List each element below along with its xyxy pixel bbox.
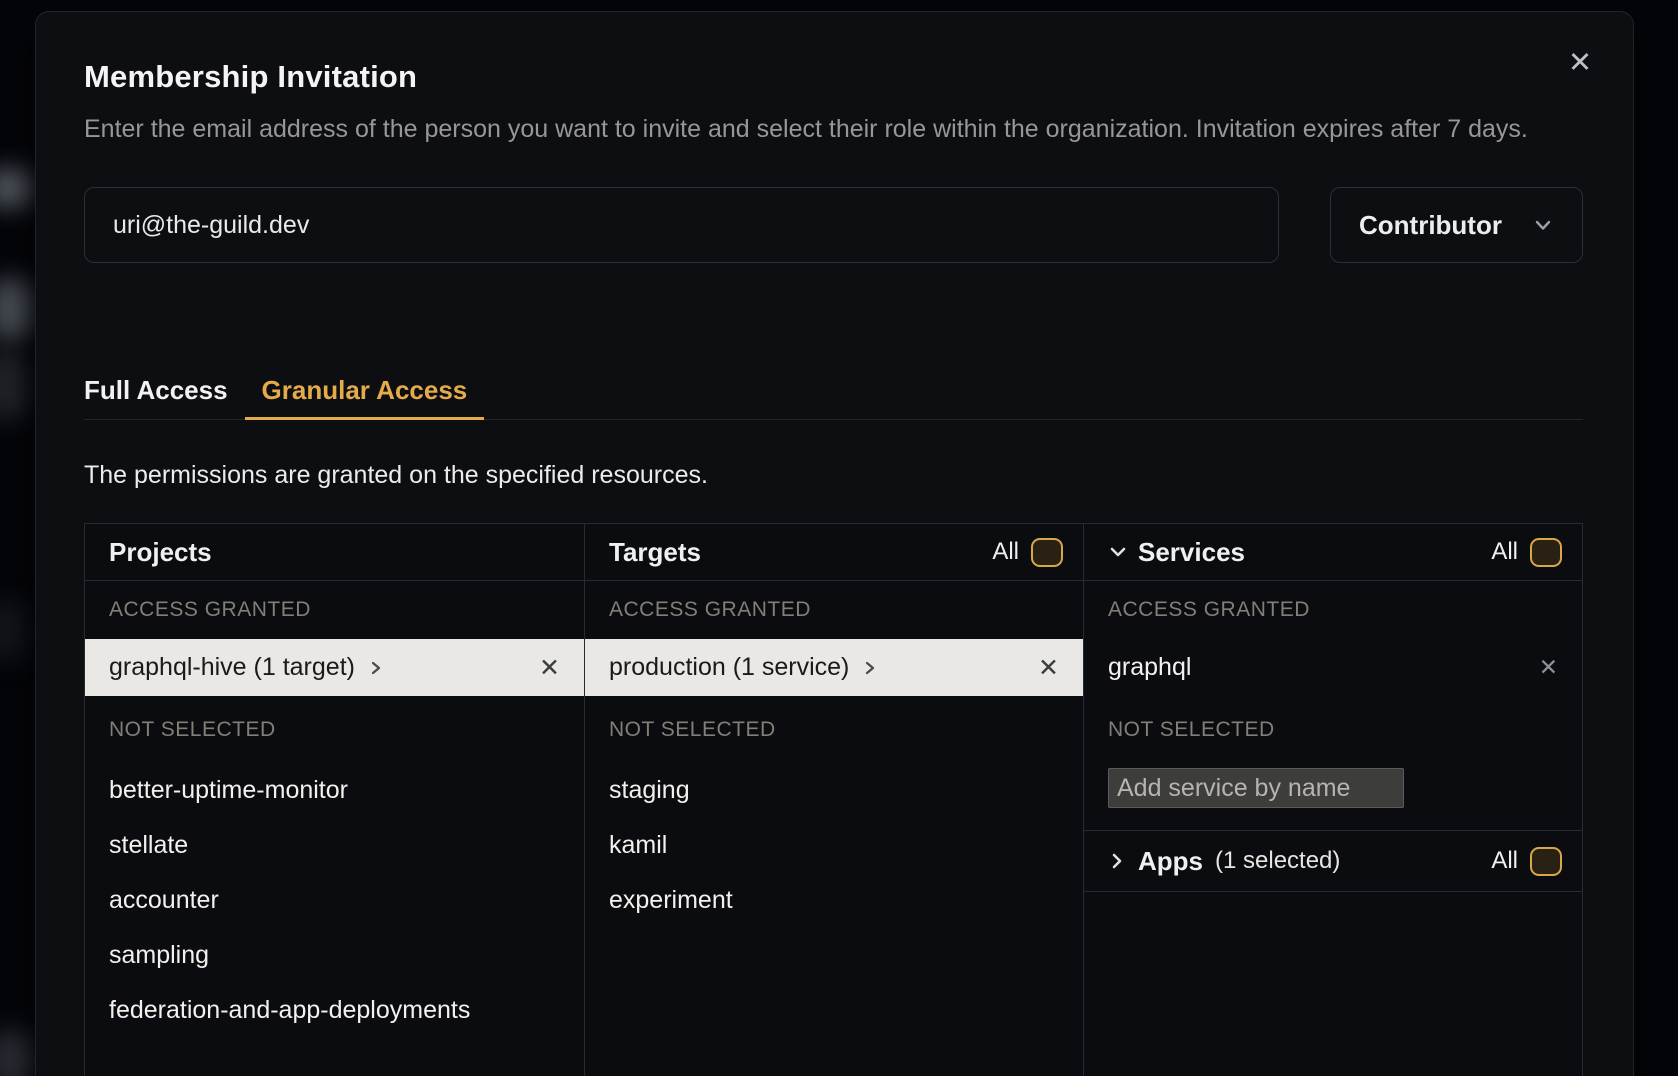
targets-all-checkbox[interactable] — [1031, 538, 1063, 567]
services-all-checkbox[interactable] — [1530, 538, 1562, 567]
backdrop-glow — [0, 350, 28, 420]
remove-project-icon[interactable]: ✕ — [539, 653, 560, 683]
backdrop-glow — [0, 168, 34, 208]
project-item[interactable]: better-uptime-monitor — [85, 763, 584, 818]
projects-not-selected-label: NOT SELECTED — [85, 696, 584, 763]
services-all-group: All — [1491, 538, 1562, 567]
services-not-selected-label: NOT SELECTED — [1084, 696, 1582, 763]
target-item[interactable]: experiment — [585, 873, 1083, 928]
projects-access-granted-label: ACCESS GRANTED — [85, 581, 584, 639]
target-item[interactable]: staging — [585, 763, 1083, 818]
dialog-title: Membership Invitation — [84, 59, 1583, 95]
selected-service-label: graphql — [1108, 653, 1191, 682]
selected-target-label: production (1 service) — [609, 653, 849, 682]
projects-column: Projects ACCESS GRANTED graphql-hive (1 … — [85, 524, 584, 1076]
apps-all-group: All — [1491, 847, 1562, 876]
backdrop-glow — [0, 600, 28, 660]
role-select[interactable]: Contributor — [1330, 187, 1583, 263]
apps-label: Apps — [1138, 846, 1203, 877]
membership-invitation-dialog: ✕ Membership Invitation Enter the email … — [35, 11, 1634, 1076]
projects-column-title: Projects — [109, 537, 212, 568]
selected-service-row[interactable]: graphql ✕ — [1084, 639, 1582, 696]
access-tabs: Full Access Granular Access — [84, 375, 1583, 420]
remove-service-icon[interactable]: ✕ — [1539, 654, 1558, 681]
apps-all-label: All — [1491, 847, 1518, 875]
targets-column-title: Targets — [609, 537, 701, 568]
services-column-header[interactable]: Services All — [1084, 524, 1582, 581]
selected-project-label: graphql-hive (1 target) — [109, 653, 355, 682]
email-input[interactable] — [84, 187, 1279, 263]
selected-project-row[interactable]: graphql-hive (1 target) ✕ — [85, 639, 584, 696]
backdrop-glow — [0, 1030, 34, 1076]
invite-row: Contributor — [84, 187, 1583, 263]
tab-full-access[interactable]: Full Access — [84, 375, 245, 420]
permissions-note: The permissions are granted on the speci… — [84, 460, 1583, 490]
chevron-right-icon — [863, 660, 877, 676]
apps-selected-count: (1 selected) — [1215, 847, 1340, 875]
tab-granular-access[interactable]: Granular Access — [245, 375, 485, 420]
role-selected-value: Contributor — [1359, 210, 1502, 241]
targets-not-selected-label: NOT SELECTED — [585, 696, 1083, 763]
add-service-input[interactable] — [1108, 768, 1404, 808]
dialog-description: Enter the email address of the person yo… — [84, 111, 1582, 147]
services-column: Services All ACCESS GRANTED graphql ✕ NO… — [1083, 524, 1582, 1076]
chevron-down-icon — [1532, 214, 1554, 236]
targets-all-label: All — [992, 538, 1019, 566]
project-item[interactable]: accounter — [85, 873, 584, 928]
remove-target-icon[interactable]: ✕ — [1038, 653, 1059, 683]
project-item[interactable]: stellate — [85, 818, 584, 873]
targets-access-granted-label: ACCESS GRANTED — [585, 581, 1083, 639]
chevron-right-icon — [1108, 852, 1126, 870]
apps-all-checkbox[interactable] — [1530, 847, 1562, 876]
backdrop-glow — [0, 278, 34, 340]
chevron-right-icon — [369, 660, 383, 676]
services-all-label: All — [1491, 538, 1518, 566]
targets-column-header: Targets All — [585, 524, 1083, 581]
project-item[interactable]: federation-and-app-deployments — [85, 983, 584, 1038]
services-panel: ACCESS GRANTED graphql ✕ NOT SELECTED — [1084, 581, 1582, 831]
projects-column-header: Projects — [85, 524, 584, 581]
targets-all-group: All — [992, 538, 1063, 567]
services-column-title: Services — [1138, 537, 1245, 568]
targets-column: Targets All ACCESS GRANTED production (1… — [584, 524, 1083, 1076]
target-item[interactable]: kamil — [585, 818, 1083, 873]
close-button[interactable]: ✕ — [1563, 46, 1597, 80]
chevron-down-icon — [1108, 542, 1128, 562]
permissions-table: Projects ACCESS GRANTED graphql-hive (1 … — [84, 523, 1583, 1076]
services-access-granted-label: ACCESS GRANTED — [1084, 581, 1582, 639]
close-icon: ✕ — [1568, 47, 1592, 79]
apps-row[interactable]: Apps (1 selected) All — [1084, 831, 1582, 892]
project-item[interactable]: sampling — [85, 928, 584, 983]
selected-target-row[interactable]: production (1 service) ✕ — [585, 639, 1083, 696]
